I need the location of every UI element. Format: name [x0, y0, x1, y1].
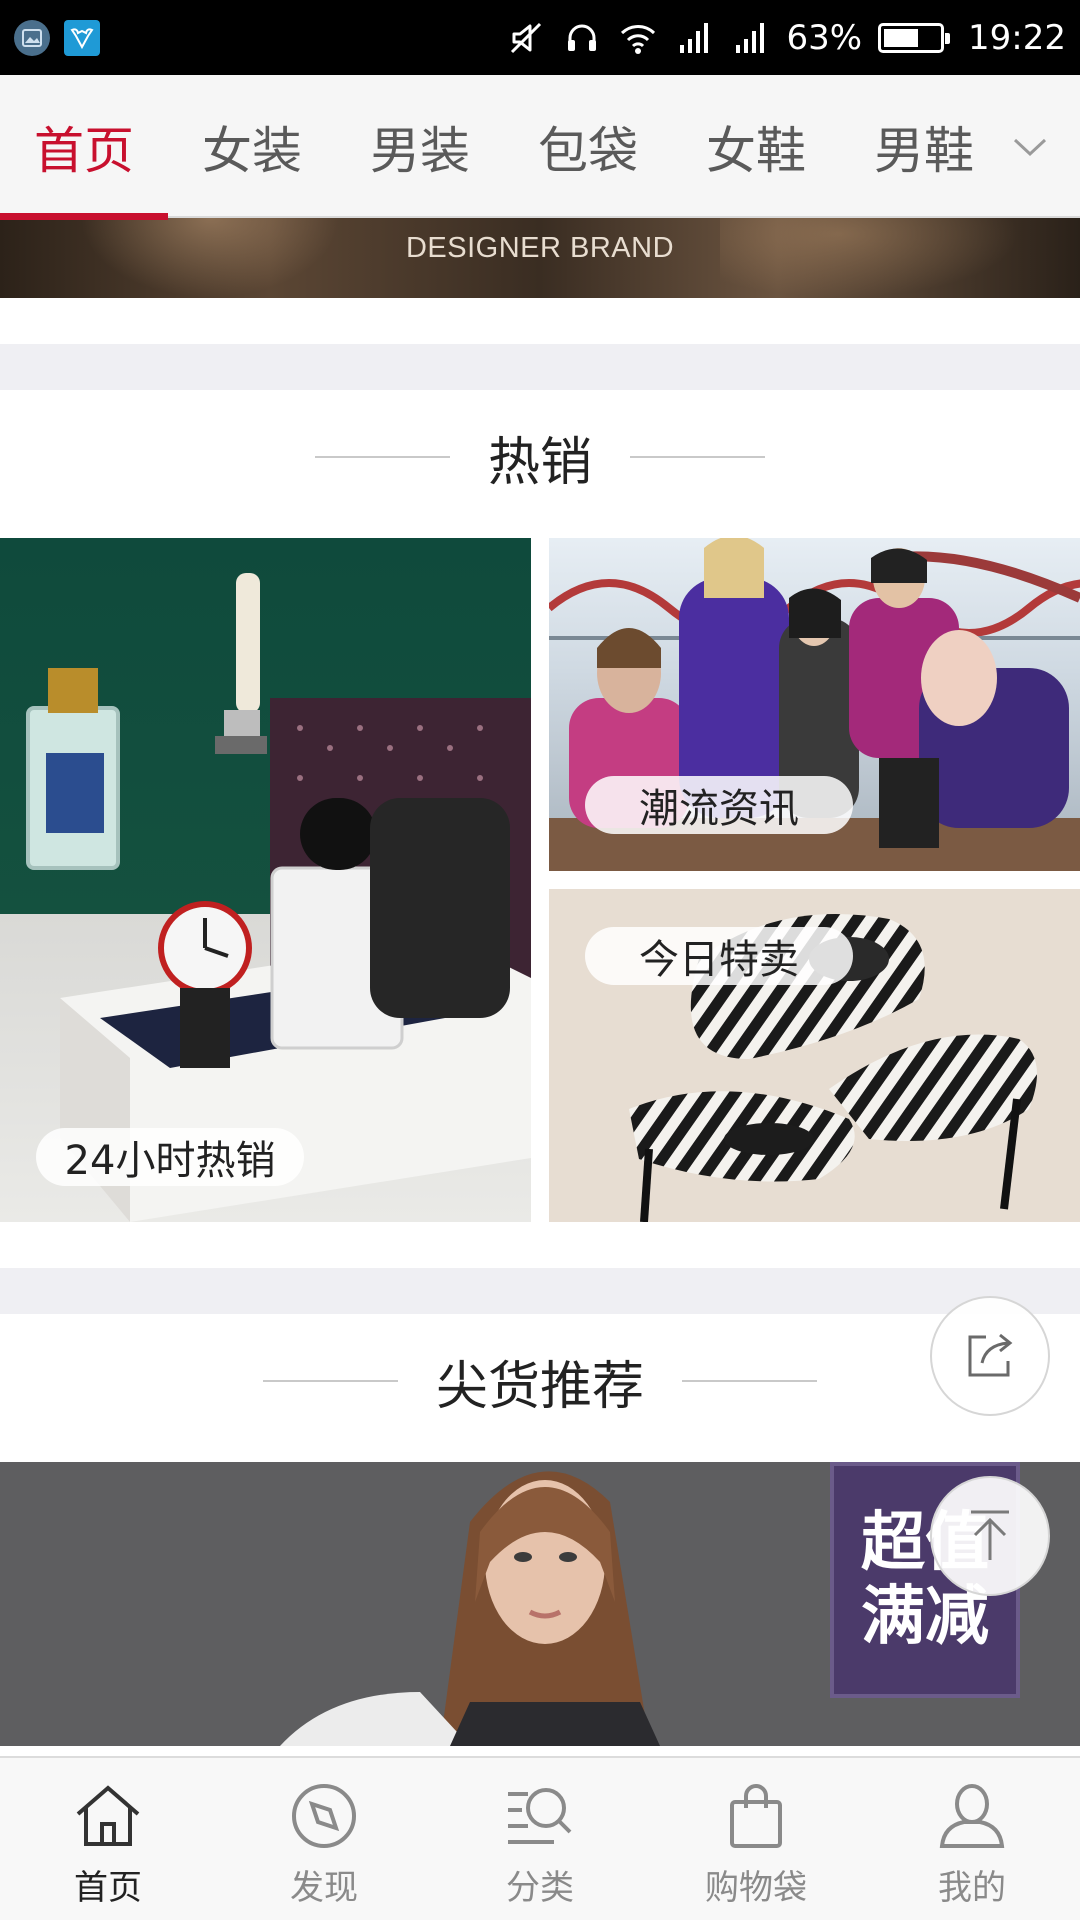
chevron-down-icon[interactable]: [1000, 75, 1060, 218]
nav-label: 首页: [74, 1868, 142, 1908]
tab-home[interactable]: 首页: [0, 75, 168, 220]
nav-home[interactable]: 首页: [0, 1758, 216, 1920]
headset-icon: [562, 18, 602, 58]
tab-womens-clothing[interactable]: 女装: [168, 75, 336, 218]
tab-label: 女装: [202, 121, 302, 180]
nav-category[interactable]: 分类: [432, 1758, 648, 1920]
perfume-gift-box-image: [26, 573, 531, 1222]
wifi-icon: [618, 18, 658, 58]
tile-label: 24小时热销: [36, 1128, 304, 1186]
section-title: 尖货推荐: [435, 1356, 644, 1417]
header-line: [262, 1380, 398, 1382]
hot-tile-fashion-news[interactable]: 潮流资讯: [549, 538, 1080, 871]
bottom-navigation: 首页 发现 分类 购物袋 我的: [0, 1756, 1080, 1920]
brand-banner[interactable]: DESIGNER BRAND: [0, 218, 1080, 298]
tab-bags[interactable]: 包袋: [504, 75, 672, 218]
tab-label: 首页: [34, 121, 134, 180]
app-icon: [64, 20, 100, 56]
screen: 63% 19:22 首页 女装 男装 包袋 女鞋 男鞋 DESIGNER BRA…: [0, 0, 1080, 1920]
tile-label: 今日特卖: [585, 927, 853, 985]
nav-label: 我的: [938, 1868, 1006, 1908]
share-icon: [968, 1333, 1013, 1377]
category-tab-bar: 首页 女装 男装 包袋 女鞋 男鞋: [0, 75, 1080, 220]
battery-percent: 63%: [786, 17, 863, 58]
banner-caption: DESIGNER BRAND: [405, 232, 675, 264]
recommend-banner[interactable]: 超值 满减: [0, 1462, 1080, 1746]
hot-tile-daily-sale[interactable]: 今日特卖: [549, 889, 1080, 1222]
tab-label: 包袋: [538, 121, 638, 180]
signal-icon: [730, 18, 770, 58]
battery-level: [884, 28, 919, 47]
nav-label: 发现: [290, 1868, 358, 1908]
gallery-icon: [14, 20, 50, 56]
user-icon: [934, 1778, 1010, 1854]
nav-label: 购物袋: [705, 1868, 807, 1908]
tile-label: 潮流资讯: [585, 776, 853, 834]
tab-label: 男鞋: [874, 121, 974, 180]
compass-icon: [286, 1778, 362, 1854]
tab-label: 女鞋: [706, 121, 806, 180]
hot-section-header: 热销: [0, 382, 1080, 532]
hot-tile-24h[interactable]: 24小时热销: [0, 538, 531, 1222]
shopping-bag-icon: [718, 1778, 794, 1854]
nav-discover[interactable]: 发现: [216, 1758, 432, 1920]
arrow-up-icon: [971, 1510, 1009, 1560]
nav-shopping-bag[interactable]: 购物袋: [648, 1758, 864, 1920]
status-bar: 63% 19:22: [0, 0, 1080, 75]
share-button[interactable]: [930, 1296, 1050, 1416]
tab-mens-shoes[interactable]: 男鞋: [840, 75, 1008, 218]
battery-icon: [878, 22, 951, 53]
recommend-section-header: 尖货推荐: [0, 1306, 1080, 1456]
category-search-icon: [502, 1778, 578, 1854]
header-line: [682, 1380, 817, 1382]
mute-icon: [506, 18, 546, 58]
header-line: [630, 456, 765, 458]
clock: 19:22: [968, 17, 1066, 58]
tab-label: 男装: [370, 121, 470, 180]
home-icon: [70, 1778, 146, 1854]
nav-label: 分类: [506, 1868, 574, 1908]
header-line: [314, 456, 450, 458]
tab-mens-clothing[interactable]: 男装: [336, 75, 504, 218]
nav-profile[interactable]: 我的: [864, 1758, 1080, 1920]
active-tab-indicator: [0, 213, 168, 220]
signal-icon: [674, 18, 714, 58]
section-title: 热销: [487, 432, 592, 493]
tab-womens-shoes[interactable]: 女鞋: [672, 75, 840, 218]
back-to-top-button[interactable]: [930, 1476, 1050, 1596]
